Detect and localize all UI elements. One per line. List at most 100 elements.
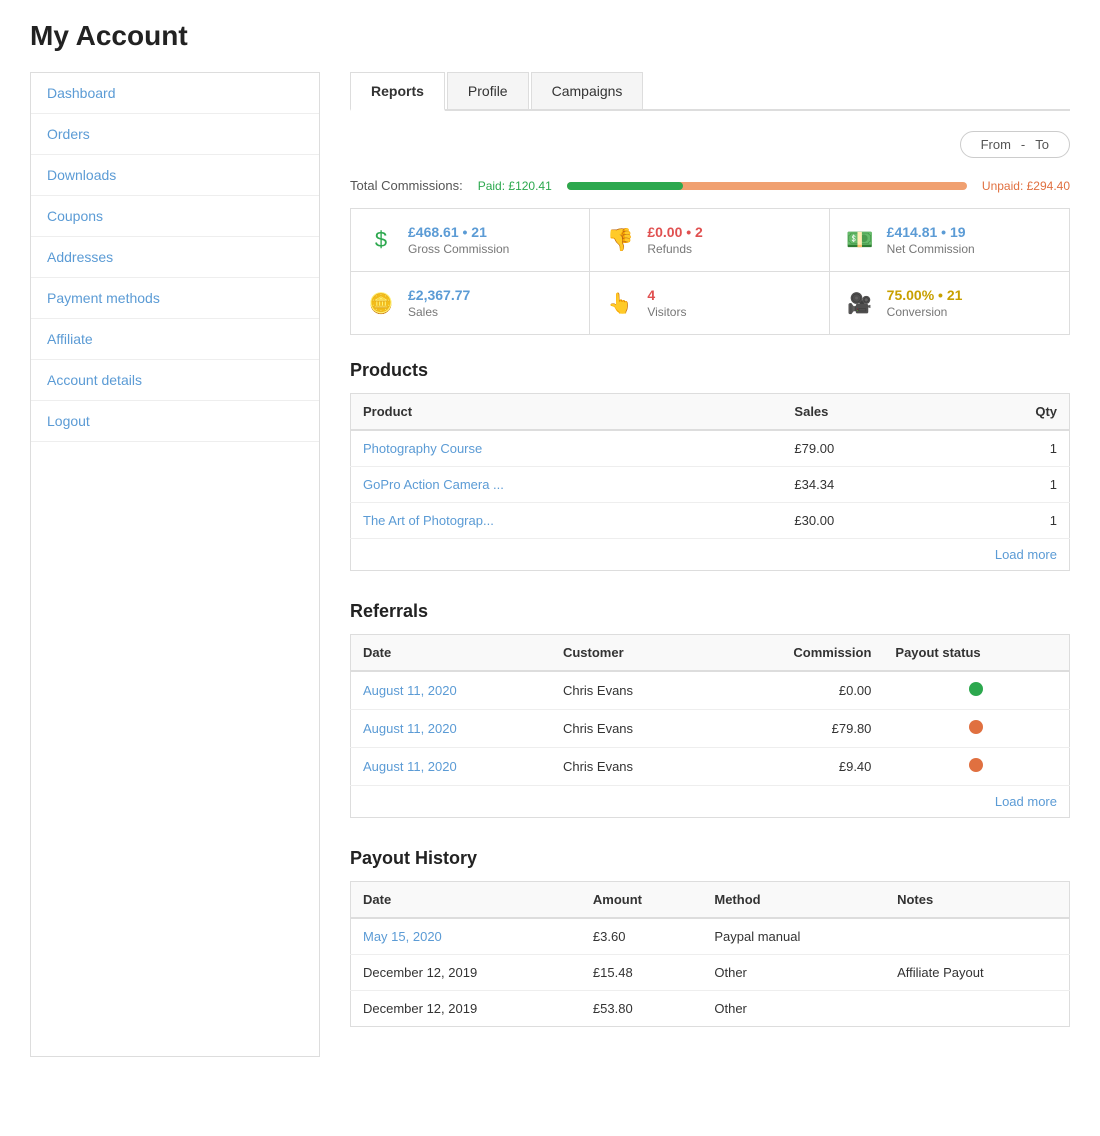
unpaid-label: Unpaid: £294.40 xyxy=(982,179,1070,193)
payout-method: Paypal manual xyxy=(702,918,885,955)
paid-bar xyxy=(567,182,683,190)
table-row: May 15, 2020 £3.60 Paypal manual xyxy=(351,918,1070,955)
products-col-product: Product xyxy=(351,394,783,431)
dollar-icon: $ xyxy=(366,227,396,253)
page-title: My Account xyxy=(30,20,1070,52)
stat-net-commission: 💵 £414.81 • 19 Net Commission xyxy=(830,209,1069,272)
sidebar-item-coupons[interactable]: Coupons xyxy=(31,196,319,237)
gross-commission-label: Gross Commission xyxy=(408,242,509,256)
referral-customer: Chris Evans xyxy=(551,748,711,786)
table-row: August 11, 2020 Chris Evans £79.80 xyxy=(351,710,1070,748)
conversion-icon: 🎥 xyxy=(845,291,875,316)
referrals-table: Date Customer Commission Payout status A… xyxy=(350,634,1070,818)
payout-date: December 12, 2019 xyxy=(351,955,581,991)
payout-amount: £15.48 xyxy=(581,955,702,991)
referral-status xyxy=(883,671,1069,710)
payout-notes xyxy=(885,991,1069,1027)
referral-date: August 11, 2020 xyxy=(351,748,551,786)
tab-campaigns[interactable]: Campaigns xyxy=(531,72,644,109)
date-separator: - xyxy=(1021,137,1025,152)
table-row: The Art of Photograp... £30.00 1 xyxy=(351,503,1070,539)
date-to-label: To xyxy=(1035,137,1049,152)
product-name: The Art of Photograp... xyxy=(351,503,783,539)
payout-history-heading: Payout History xyxy=(350,848,1070,869)
referrals-load-more-link[interactable]: Load more xyxy=(995,794,1057,809)
sidebar: Dashboard Orders Downloads Coupons Addre… xyxy=(30,72,320,1057)
payout-col-amount: Amount xyxy=(581,882,702,919)
products-load-more-link[interactable]: Load more xyxy=(995,547,1057,562)
stat-conversion: 🎥 75.00% • 21 Conversion xyxy=(830,272,1069,334)
product-qty: 1 xyxy=(949,430,1070,467)
conversion-label: Conversion xyxy=(887,305,963,319)
table-row: December 12, 2019 £53.80 Other xyxy=(351,991,1070,1027)
product-qty: 1 xyxy=(949,503,1070,539)
refunds-value: £0.00 • 2 xyxy=(647,224,703,240)
sidebar-item-dashboard[interactable]: Dashboard xyxy=(31,73,319,114)
payout-notes: Affiliate Payout xyxy=(885,955,1069,991)
referral-date: August 11, 2020 xyxy=(351,710,551,748)
product-name: Photography Course xyxy=(351,430,783,467)
tab-profile[interactable]: Profile xyxy=(447,72,529,109)
table-row: December 12, 2019 £15.48 Other Affiliate… xyxy=(351,955,1070,991)
sidebar-item-addresses[interactable]: Addresses xyxy=(31,237,319,278)
referral-date: August 11, 2020 xyxy=(351,671,551,710)
sidebar-item-account-details[interactable]: Account details xyxy=(31,360,319,401)
sidebar-item-logout[interactable]: Logout xyxy=(31,401,319,442)
tab-bar: Reports Profile Campaigns xyxy=(350,72,1070,111)
gross-commission-value: £468.61 • 21 xyxy=(408,224,509,240)
product-name: GoPro Action Camera ... xyxy=(351,467,783,503)
referrals-col-commission: Commission xyxy=(710,635,883,672)
product-qty: 1 xyxy=(949,467,1070,503)
commissions-label: Total Commissions: xyxy=(350,178,463,193)
paid-label: Paid: £120.41 xyxy=(478,179,552,193)
stat-gross-commission: $ £468.61 • 21 Gross Commission xyxy=(351,209,590,272)
payout-amount: £53.80 xyxy=(581,991,702,1027)
stat-sales: 🪙 £2,367.77 Sales xyxy=(351,272,590,334)
payout-date: December 12, 2019 xyxy=(351,991,581,1027)
refunds-label: Refunds xyxy=(647,242,703,256)
date-from-label: From xyxy=(981,137,1011,152)
referrals-col-customer: Customer xyxy=(551,635,711,672)
visitors-icon: 👆 xyxy=(605,291,635,316)
net-commission-label: Net Commission xyxy=(887,242,975,256)
payout-method: Other xyxy=(702,991,885,1027)
status-dot-orange xyxy=(969,758,983,772)
table-row: August 11, 2020 Chris Evans £0.00 xyxy=(351,671,1070,710)
sales-label: Sales xyxy=(408,305,470,319)
referrals-col-status: Payout status xyxy=(883,635,1069,672)
payout-date: May 15, 2020 xyxy=(351,918,581,955)
table-row: GoPro Action Camera ... £34.34 1 xyxy=(351,467,1070,503)
referral-status xyxy=(883,710,1069,748)
payout-col-method: Method xyxy=(702,882,885,919)
referral-commission: £79.80 xyxy=(710,710,883,748)
payout-col-date: Date xyxy=(351,882,581,919)
refund-icon: 👎 xyxy=(605,227,635,253)
referral-commission: £9.40 xyxy=(710,748,883,786)
product-sales: £79.00 xyxy=(782,430,949,467)
referral-customer: Chris Evans xyxy=(551,671,711,710)
stats-grid: $ £468.61 • 21 Gross Commission 👎 £0.00 … xyxy=(350,208,1070,335)
referrals-load-more-row: Load more xyxy=(351,786,1070,818)
main-content: Reports Profile Campaigns From - To Tota… xyxy=(350,72,1070,1057)
sidebar-item-affiliate[interactable]: Affiliate xyxy=(31,319,319,360)
products-col-sales: Sales xyxy=(782,394,949,431)
sales-icon: 🪙 xyxy=(366,291,396,316)
products-table: Product Sales Qty Photography Course £79… xyxy=(350,393,1070,571)
product-sales: £34.34 xyxy=(782,467,949,503)
payout-notes xyxy=(885,918,1069,955)
payout-method: Other xyxy=(702,955,885,991)
referral-customer: Chris Evans xyxy=(551,710,711,748)
tab-reports[interactable]: Reports xyxy=(350,72,445,111)
conversion-value: 75.00% • 21 xyxy=(887,287,963,303)
date-range-input[interactable]: From - To xyxy=(960,131,1070,158)
payout-amount: £3.60 xyxy=(581,918,702,955)
stat-refunds: 👎 £0.00 • 2 Refunds xyxy=(590,209,829,272)
sidebar-item-downloads[interactable]: Downloads xyxy=(31,155,319,196)
referral-commission: £0.00 xyxy=(710,671,883,710)
table-row: August 11, 2020 Chris Evans £9.40 xyxy=(351,748,1070,786)
referrals-load-more-cell: Load more xyxy=(351,786,1070,818)
referral-status xyxy=(883,748,1069,786)
sidebar-item-payment-methods[interactable]: Payment methods xyxy=(31,278,319,319)
payout-history-table: Date Amount Method Notes May 15, 2020 £3… xyxy=(350,881,1070,1027)
sidebar-item-orders[interactable]: Orders xyxy=(31,114,319,155)
